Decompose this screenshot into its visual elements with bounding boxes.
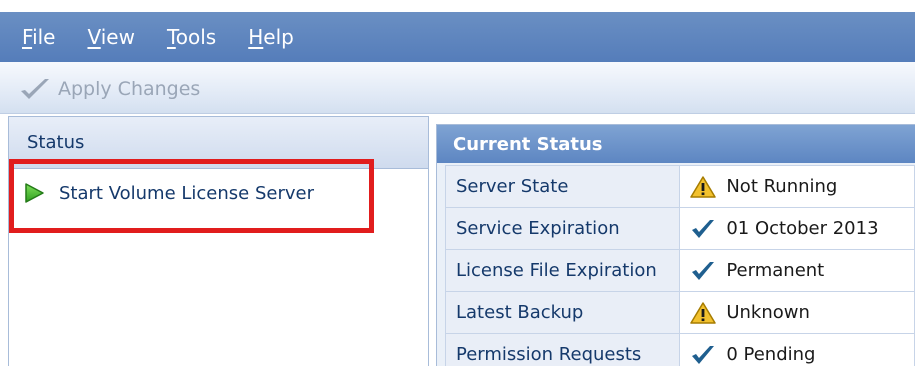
- table-row: License File Expiration Permanent: [444, 249, 915, 292]
- check-icon: [692, 219, 715, 238]
- row-value: Permanent: [726, 260, 825, 281]
- row-label: License File Expiration: [444, 249, 681, 292]
- status-table: Server State Not Running Service Expirat…: [444, 165, 915, 366]
- check-icon: [692, 261, 715, 280]
- apply-changes-label: Apply Changes: [58, 78, 201, 100]
- row-value: Unknown: [726, 302, 810, 323]
- current-status-title: Current Status: [453, 133, 603, 155]
- status-panel-header: Status: [9, 117, 428, 169]
- window-top-edge: [0, 0, 915, 12]
- row-label: Server State: [444, 165, 681, 208]
- menu-help-rest: elp: [263, 25, 294, 49]
- row-label: Service Expiration: [444, 207, 681, 250]
- menu-file-accel: F: [22, 25, 33, 49]
- current-status-header: Current Status: [437, 125, 915, 163]
- row-value: Not Running: [726, 176, 838, 197]
- menu-view-accel: V: [87, 25, 101, 49]
- status-panel-title: Status: [27, 132, 85, 153]
- table-row: Latest Backup Unknown: [444, 291, 915, 334]
- status-panel: Status Start Volume License Server: [8, 116, 429, 366]
- menu-file[interactable]: File: [22, 25, 55, 49]
- apply-changes-button[interactable]: Apply Changes: [18, 75, 200, 103]
- menu-help[interactable]: Help: [248, 25, 294, 49]
- table-row: Service Expiration 01 October 2013: [444, 207, 915, 250]
- row-value-cell: 01 October 2013: [679, 207, 915, 250]
- row-value: 01 October 2013: [726, 218, 879, 239]
- table-row: Permission Requests 0 Pending: [444, 333, 915, 366]
- menu-help-accel: H: [248, 25, 264, 49]
- menu-tools-rest: ools: [175, 25, 217, 49]
- row-value-cell: Permanent: [679, 249, 915, 292]
- row-value-cell: 0 Pending: [679, 333, 915, 366]
- row-value-cell: Not Running: [679, 165, 915, 208]
- warning-icon: [690, 301, 717, 324]
- menu-file-rest: ile: [32, 25, 56, 49]
- menu-bar: File View Tools Help: [0, 12, 915, 62]
- start-server-link[interactable]: Start Volume License Server: [23, 182, 314, 204]
- play-icon: [25, 183, 44, 203]
- menu-tools[interactable]: Tools: [167, 25, 216, 49]
- menu-view[interactable]: View: [87, 25, 134, 49]
- row-label: Latest Backup: [444, 291, 681, 334]
- check-icon: [692, 345, 715, 364]
- table-row: Server State Not Running: [444, 165, 915, 208]
- toolbar: Apply Changes: [0, 62, 915, 114]
- menu-tools-accel: T: [166, 25, 176, 49]
- warning-icon: [690, 175, 717, 198]
- row-label: Permission Requests: [444, 333, 681, 366]
- start-server-label: Start Volume License Server: [59, 182, 314, 204]
- menu-view-rest: iew: [100, 25, 135, 49]
- row-value: 0 Pending: [726, 344, 816, 365]
- check-icon: [21, 79, 49, 99]
- row-value-cell: Unknown: [679, 291, 915, 334]
- current-status-panel: Current Status Server State Not Running: [436, 124, 915, 366]
